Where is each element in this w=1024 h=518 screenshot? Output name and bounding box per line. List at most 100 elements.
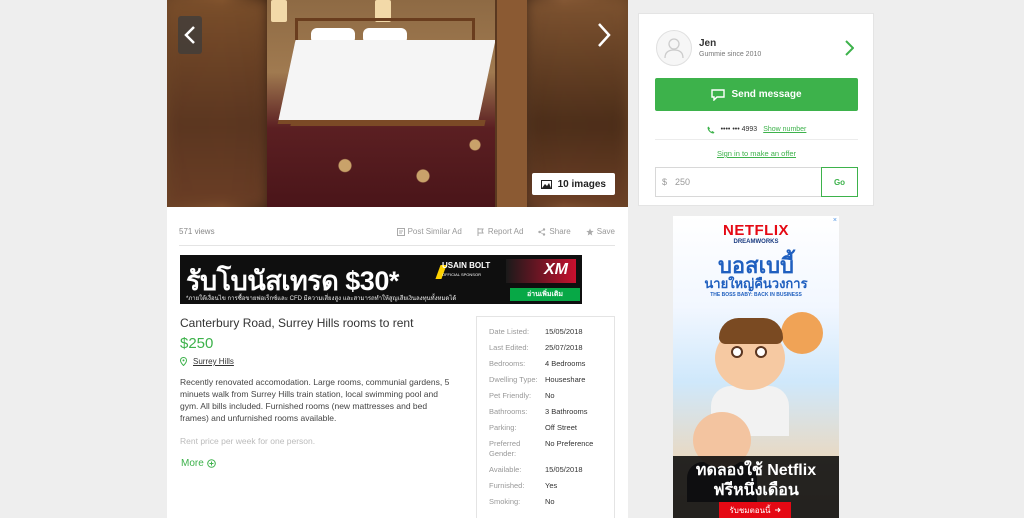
post-similar-ad-button[interactable]: Post Similar Ad [396, 227, 462, 236]
listing-price: $250 [180, 335, 214, 352]
seller-card: Jen Gummie since 2010 Send message •••• … [638, 13, 874, 206]
xm-brand: XM [544, 261, 568, 278]
offer-input[interactable]: $ 250 [655, 167, 822, 197]
listing-title: Canterbury Road, Surrey Hills rooms to r… [180, 316, 414, 330]
detail-row: Preferred Gender: No Preference [489, 439, 614, 459]
detail-value: 3 Bathrooms [545, 407, 588, 416]
detail-label: Bathrooms: [489, 407, 528, 416]
sponsor-tag: OFFICIAL SPONSOR [442, 272, 481, 277]
wall-lamp [271, 0, 287, 22]
share-button[interactable]: Share [538, 227, 571, 236]
detail-value: 15/05/2018 [545, 465, 583, 474]
chevron-right-icon[interactable] [845, 40, 854, 56]
currency-symbol: $ [662, 177, 668, 187]
detail-row: Bedrooms: 4 Bedrooms [489, 359, 614, 369]
more-label: More [181, 458, 204, 469]
gallery-prev-button[interactable] [178, 16, 202, 54]
detail-value: No [545, 391, 555, 400]
detail-row: Smoking: No [489, 497, 614, 507]
location-link[interactable]: Surrey Hills [193, 357, 234, 366]
detail-label: Last Edited: [489, 343, 529, 352]
detail-row: Available: 15/05/2018 [489, 465, 614, 475]
ad-cta-panel: ทดลองใช้ Netflix ฟรีหนึ่งเดือน รับชมตอนน… [673, 456, 839, 518]
flag-icon [477, 227, 484, 236]
detail-label: Available: [489, 465, 522, 474]
phone-icon [707, 126, 715, 133]
baby-hair [719, 318, 783, 344]
ad-watch-now-label: รับชมตอนนี้ [729, 505, 771, 515]
post-similar-ad-label: Post Similar Ad [407, 227, 462, 236]
offer-value: 250 [675, 177, 691, 187]
ad-watch-now-button[interactable]: รับชมตอนนี้ [719, 502, 791, 518]
gallery-next-button[interactable] [592, 16, 616, 54]
post-icon [396, 227, 405, 236]
baby-eye [755, 346, 767, 358]
dreamworks-logo: DREAMWORKS [733, 239, 779, 245]
listing-location[interactable]: Surrey Hills [180, 357, 234, 366]
more-button[interactable]: More [181, 458, 216, 469]
sponsor-name: USAIN BOLT [442, 261, 491, 270]
bed [278, 40, 496, 120]
show-number-link[interactable]: Show number [763, 126, 806, 133]
ad-subtitle: THE BOSS BABY: BACK IN BUSINESS [710, 292, 802, 298]
xm-logo: XM [506, 259, 576, 283]
location-pin-icon [180, 357, 187, 366]
detail-label: Pet Friendly: [489, 391, 532, 400]
report-ad-label: Report Ad [487, 227, 524, 236]
baby-eye [731, 346, 743, 358]
plus-circle-icon [206, 459, 216, 468]
phone-number-masked: •••• ••• 4993 [720, 126, 758, 133]
listing-card: 10 images 571 views Post Similar Ad Repo… [167, 0, 628, 518]
avatar[interactable] [656, 30, 692, 66]
detail-value: No Preference [545, 439, 594, 448]
image-gallery[interactable]: 10 images [167, 0, 628, 207]
stats-row: 571 views Post Similar Ad Report Ad Shar… [179, 218, 615, 246]
detail-label: Preferred Gender: [489, 439, 521, 458]
go-button[interactable]: Go [821, 167, 858, 197]
user-icon [664, 38, 684, 59]
save-label: Save [596, 227, 615, 236]
detail-row: Pet Friendly: No [489, 391, 614, 401]
netflix-ad[interactable]: × NETFLIX DREAMWORKS บอสเบบี้ นายใหญ่คืน… [673, 216, 839, 518]
cat-character [781, 312, 823, 354]
share-icon [538, 227, 546, 236]
view-count: 571 views [179, 227, 215, 236]
image-icon [540, 179, 552, 189]
seller-name[interactable]: Jen [699, 38, 716, 49]
star-icon [586, 227, 594, 235]
detail-row: Parking: Off Street [489, 423, 614, 433]
banner-read-more-button[interactable]: อ่านเพิ่มเติม [510, 288, 580, 301]
arrow-right-icon [774, 507, 781, 513]
detail-value: 25/07/2018 [545, 343, 583, 352]
send-message-button[interactable]: Send message [655, 78, 858, 111]
detail-label: Smoking: [489, 497, 521, 506]
chevron-right-icon [598, 23, 611, 47]
usain-bolt-logo: USAIN BOLT OFFICIAL SPONSOR [442, 261, 490, 279]
image-count-button[interactable]: 10 images [531, 173, 615, 195]
seller-since: Gummie since 2010 [699, 51, 762, 58]
detail-row: Dwelling Type: Houseshare [489, 375, 614, 385]
phone-row: •••• ••• 4993 Show number [655, 120, 858, 140]
banner-fine-print: *ภายใต้เงื่อนไข การซื้อขายฟอเร็กซ์และ CF… [186, 296, 457, 302]
detail-label: Parking: [489, 423, 517, 432]
report-ad-button[interactable]: Report Ad [477, 227, 524, 236]
listing-details: Date Listed: 15/05/2018 Last Edited: 25/07… [476, 316, 615, 518]
sign-in-offer-link[interactable]: Sign in to make an offer [655, 149, 858, 158]
save-button[interactable]: Save [586, 227, 615, 236]
detail-value: Houseshare [545, 375, 586, 384]
detail-value: 15/05/2018 [545, 327, 583, 336]
listing-photo[interactable] [267, 0, 527, 207]
detail-label: Dwelling Type: [489, 375, 538, 384]
ad-actions: Post Similar Ad Report Ad Share Save [396, 227, 615, 236]
ad-cta-line2: ฟรีหนึ่งเดือน [713, 482, 799, 499]
image-count-label: 10 images [557, 178, 606, 190]
chevron-left-icon [184, 26, 195, 44]
detail-value: Off Street [545, 423, 577, 432]
share-label: Share [549, 227, 571, 236]
detail-value: No [545, 497, 555, 506]
listing-description-faded: Rent price per week for one person. [180, 436, 455, 450]
netflix-logo: NETFLIX [723, 222, 789, 239]
detail-label: Bedrooms: [489, 359, 526, 368]
xm-banner-ad[interactable]: รับโบนัสเทรด $30* *ภายใต้เงื่อนไข การซื้… [180, 255, 582, 304]
detail-row: Last Edited: 25/07/2018 [489, 343, 614, 353]
